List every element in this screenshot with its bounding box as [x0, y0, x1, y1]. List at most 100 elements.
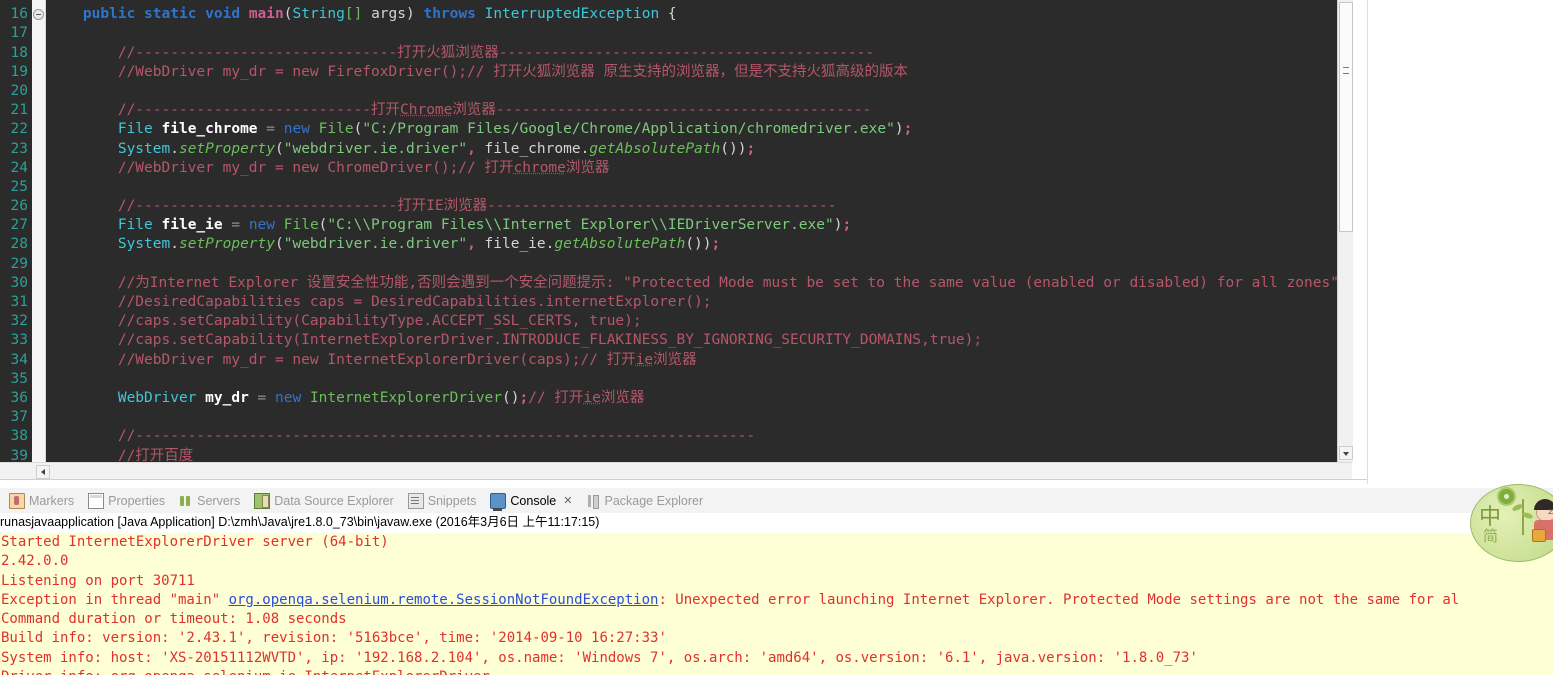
code-token: //---------------------------打开: [48, 102, 401, 119]
ime-settings-gear-icon[interactable]: [1499, 489, 1514, 504]
view-tab-bar[interactable]: Markers Properties Servers Data Source Expl…: [0, 488, 1553, 514]
code-token: //caps.setCapability(InternetExplorerDri…: [48, 332, 983, 349]
folding-margin[interactable]: [32, 0, 46, 462]
code-line[interactable]: //DesiredCapabilities caps = DesiredCapa…: [46, 293, 1337, 312]
view-tabs[interactable]: Markers Properties Servers Data Source Expl…: [4, 488, 712, 513]
code-line[interactable]: //------------------------------打开IE浏览器-…: [46, 197, 1337, 216]
tab-properties[interactable]: Properties: [83, 489, 174, 512]
tab-markers[interactable]: Markers: [4, 489, 83, 512]
editor-right-filler: [1353, 0, 1367, 479]
code-token: 浏览器: [600, 389, 645, 406]
line-number: 30: [10, 274, 28, 291]
code-line[interactable]: [46, 370, 1337, 389]
tab-console[interactable]: Console ✕: [485, 489, 581, 512]
code-line[interactable]: //打开百度: [46, 447, 1337, 463]
tab-label: Package Explorer: [604, 493, 704, 508]
console-line: Started InternetExplorerDriver server (6…: [1, 534, 389, 550]
line-number: 18: [10, 44, 28, 61]
code-token: new: [283, 121, 310, 138]
console-line: Exception in thread "main" org.openqa.se…: [0, 591, 1553, 610]
editor-hscroll-left-arrow[interactable]: [36, 465, 50, 479]
code-token: ): [406, 6, 415, 23]
code-line[interactable]: [46, 408, 1337, 427]
eclipse-ide-window: 1516171819202122232425262728293031323334…: [0, 0, 1553, 675]
tab-snippets[interactable]: Snippets: [403, 489, 486, 512]
code-line[interactable]: //---------------------------打开Chrome浏览器…: [46, 101, 1337, 120]
code-token: file_chrome: [475, 140, 581, 157]
editor-vscroll-thumb[interactable]: [1339, 2, 1353, 232]
code-token: File: [117, 121, 153, 138]
code-line[interactable]: //WebDriver my_dr = new ChromeDriver();/…: [46, 159, 1337, 178]
code-lines[interactable]: public static void main (String[] args) t…: [46, 0, 1337, 462]
code-line[interactable]: [46, 178, 1337, 197]
code-line[interactable]: //为Internet Explorer 设置安全性功能,否则会遇到一个安全问题…: [46, 274, 1337, 293]
tab-close-icon[interactable]: ✕: [563, 494, 572, 507]
code-line[interactable]: System.setProperty("webdriver.ie.driver"…: [46, 140, 1337, 159]
line-number: 24: [10, 159, 28, 176]
code-line[interactable]: public static void main(String[] args) t…: [46, 5, 1337, 24]
code-token: 浏览器: [565, 159, 610, 176]
editor-text-area[interactable]: 1516171819202122232425262728293031323334…: [0, 0, 1337, 462]
console-exception-link[interactable]: org.openqa.selenium.remote.SessionNotFou…: [229, 592, 659, 608]
line-number: 35: [10, 370, 28, 387]
tab-data-source-explorer[interactable]: Data Source Explorer: [249, 489, 403, 512]
code-token: //caps.setCapability(CapabilityType.ACCE…: [48, 313, 642, 330]
code-token: InterruptedException: [484, 6, 660, 23]
tab-label: Markers: [29, 493, 75, 508]
tab-package-explorer[interactable]: Package Explorer: [581, 489, 712, 512]
line-number: 28: [10, 236, 28, 253]
data-source-explorer-icon: [254, 492, 271, 509]
ime-script-label[interactable]: 简: [1483, 525, 1498, 546]
tab-label: Properties: [108, 493, 166, 508]
code-line[interactable]: //caps.setCapability(InternetExplorerDri…: [46, 331, 1337, 350]
code-token: // 打开: [528, 389, 584, 406]
package-explorer-icon: [586, 494, 600, 509]
code-token: (: [275, 236, 284, 253]
console-launch-label: runasjavaapplication [Java Application] …: [0, 513, 1553, 532]
editor-horizontal-scrollbar[interactable]: [0, 462, 1352, 479]
code-line[interactable]: [46, 24, 1337, 43]
code-line[interactable]: //caps.setCapability(CapabilityType.ACCE…: [46, 312, 1337, 331]
code-token: "webdriver.ie.driver": [283, 140, 468, 157]
code-token: file_ie: [161, 217, 223, 234]
line-number: 19: [10, 63, 28, 80]
markers-icon: [9, 492, 25, 509]
code-token: ;: [842, 217, 852, 234]
line-number: 38: [10, 428, 28, 445]
tab-servers[interactable]: Servers: [174, 489, 249, 512]
code-line[interactable]: System.setProperty("webdriver.ie.driver"…: [46, 235, 1337, 254]
code-line[interactable]: [46, 255, 1337, 274]
console-output[interactable]: Started InternetExplorerDriver server (6…: [0, 533, 1553, 675]
java-editor[interactable]: 1516171819202122232425262728293031323334…: [0, 0, 1367, 484]
code-line[interactable]: //WebDriver my_dr = new FirefoxDriver();…: [46, 63, 1337, 82]
code-line[interactable]: //WebDriver my_dr = new InternetExplorer…: [46, 351, 1337, 370]
code-line[interactable]: WebDriver my_dr = new InternetExplorerDr…: [46, 389, 1337, 408]
console-line: Driver info: org.openqa.selenium.ie.Inte…: [0, 668, 1553, 675]
code-token: //为Internet Explorer 设置安全性功能,否则会遇到一个安全问题…: [48, 274, 1337, 291]
line-number: 32: [10, 313, 28, 330]
code-token: getAbsolutePath: [554, 236, 686, 253]
code-token: InternetExplorerDriver: [309, 389, 503, 406]
code-token: String: [292, 6, 345, 23]
line-number: 36: [10, 389, 28, 406]
code-line[interactable]: [46, 82, 1337, 101]
line-number: 34: [10, 351, 28, 368]
editor-vscroll-down-arrow[interactable]: [1339, 446, 1353, 460]
code-line[interactable]: //------------------------------打开火狐浏览器-…: [46, 44, 1337, 63]
code-line[interactable]: File file_chrome = new File("C:/Program …: [46, 120, 1337, 139]
editor-bottom-divider: [0, 479, 1367, 480]
code-line[interactable]: //--------------------------------------…: [46, 427, 1337, 446]
line-number: 27: [10, 217, 28, 234]
code-token: ;: [711, 236, 721, 253]
editor-vertical-scrollbar[interactable]: [1337, 0, 1353, 462]
code-token: 浏览器-------------------------------------…: [452, 102, 872, 119]
code-line[interactable]: File file_ie = new File("C:\\Program Fil…: [46, 216, 1337, 235]
code-token: getAbsolutePath: [589, 140, 721, 157]
